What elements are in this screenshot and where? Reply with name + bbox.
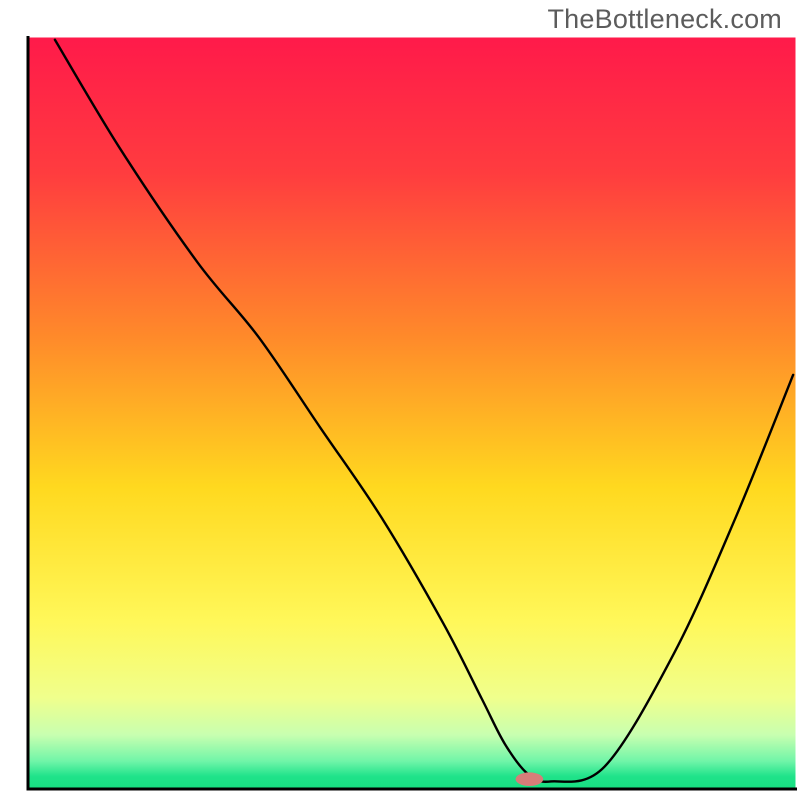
chart-container: TheBottleneck.com	[0, 0, 800, 800]
gradient-background	[30, 38, 796, 788]
watermark-text: TheBottleneck.com	[547, 4, 782, 35]
optimal-marker	[516, 772, 544, 786]
bottleneck-chart	[0, 0, 800, 800]
